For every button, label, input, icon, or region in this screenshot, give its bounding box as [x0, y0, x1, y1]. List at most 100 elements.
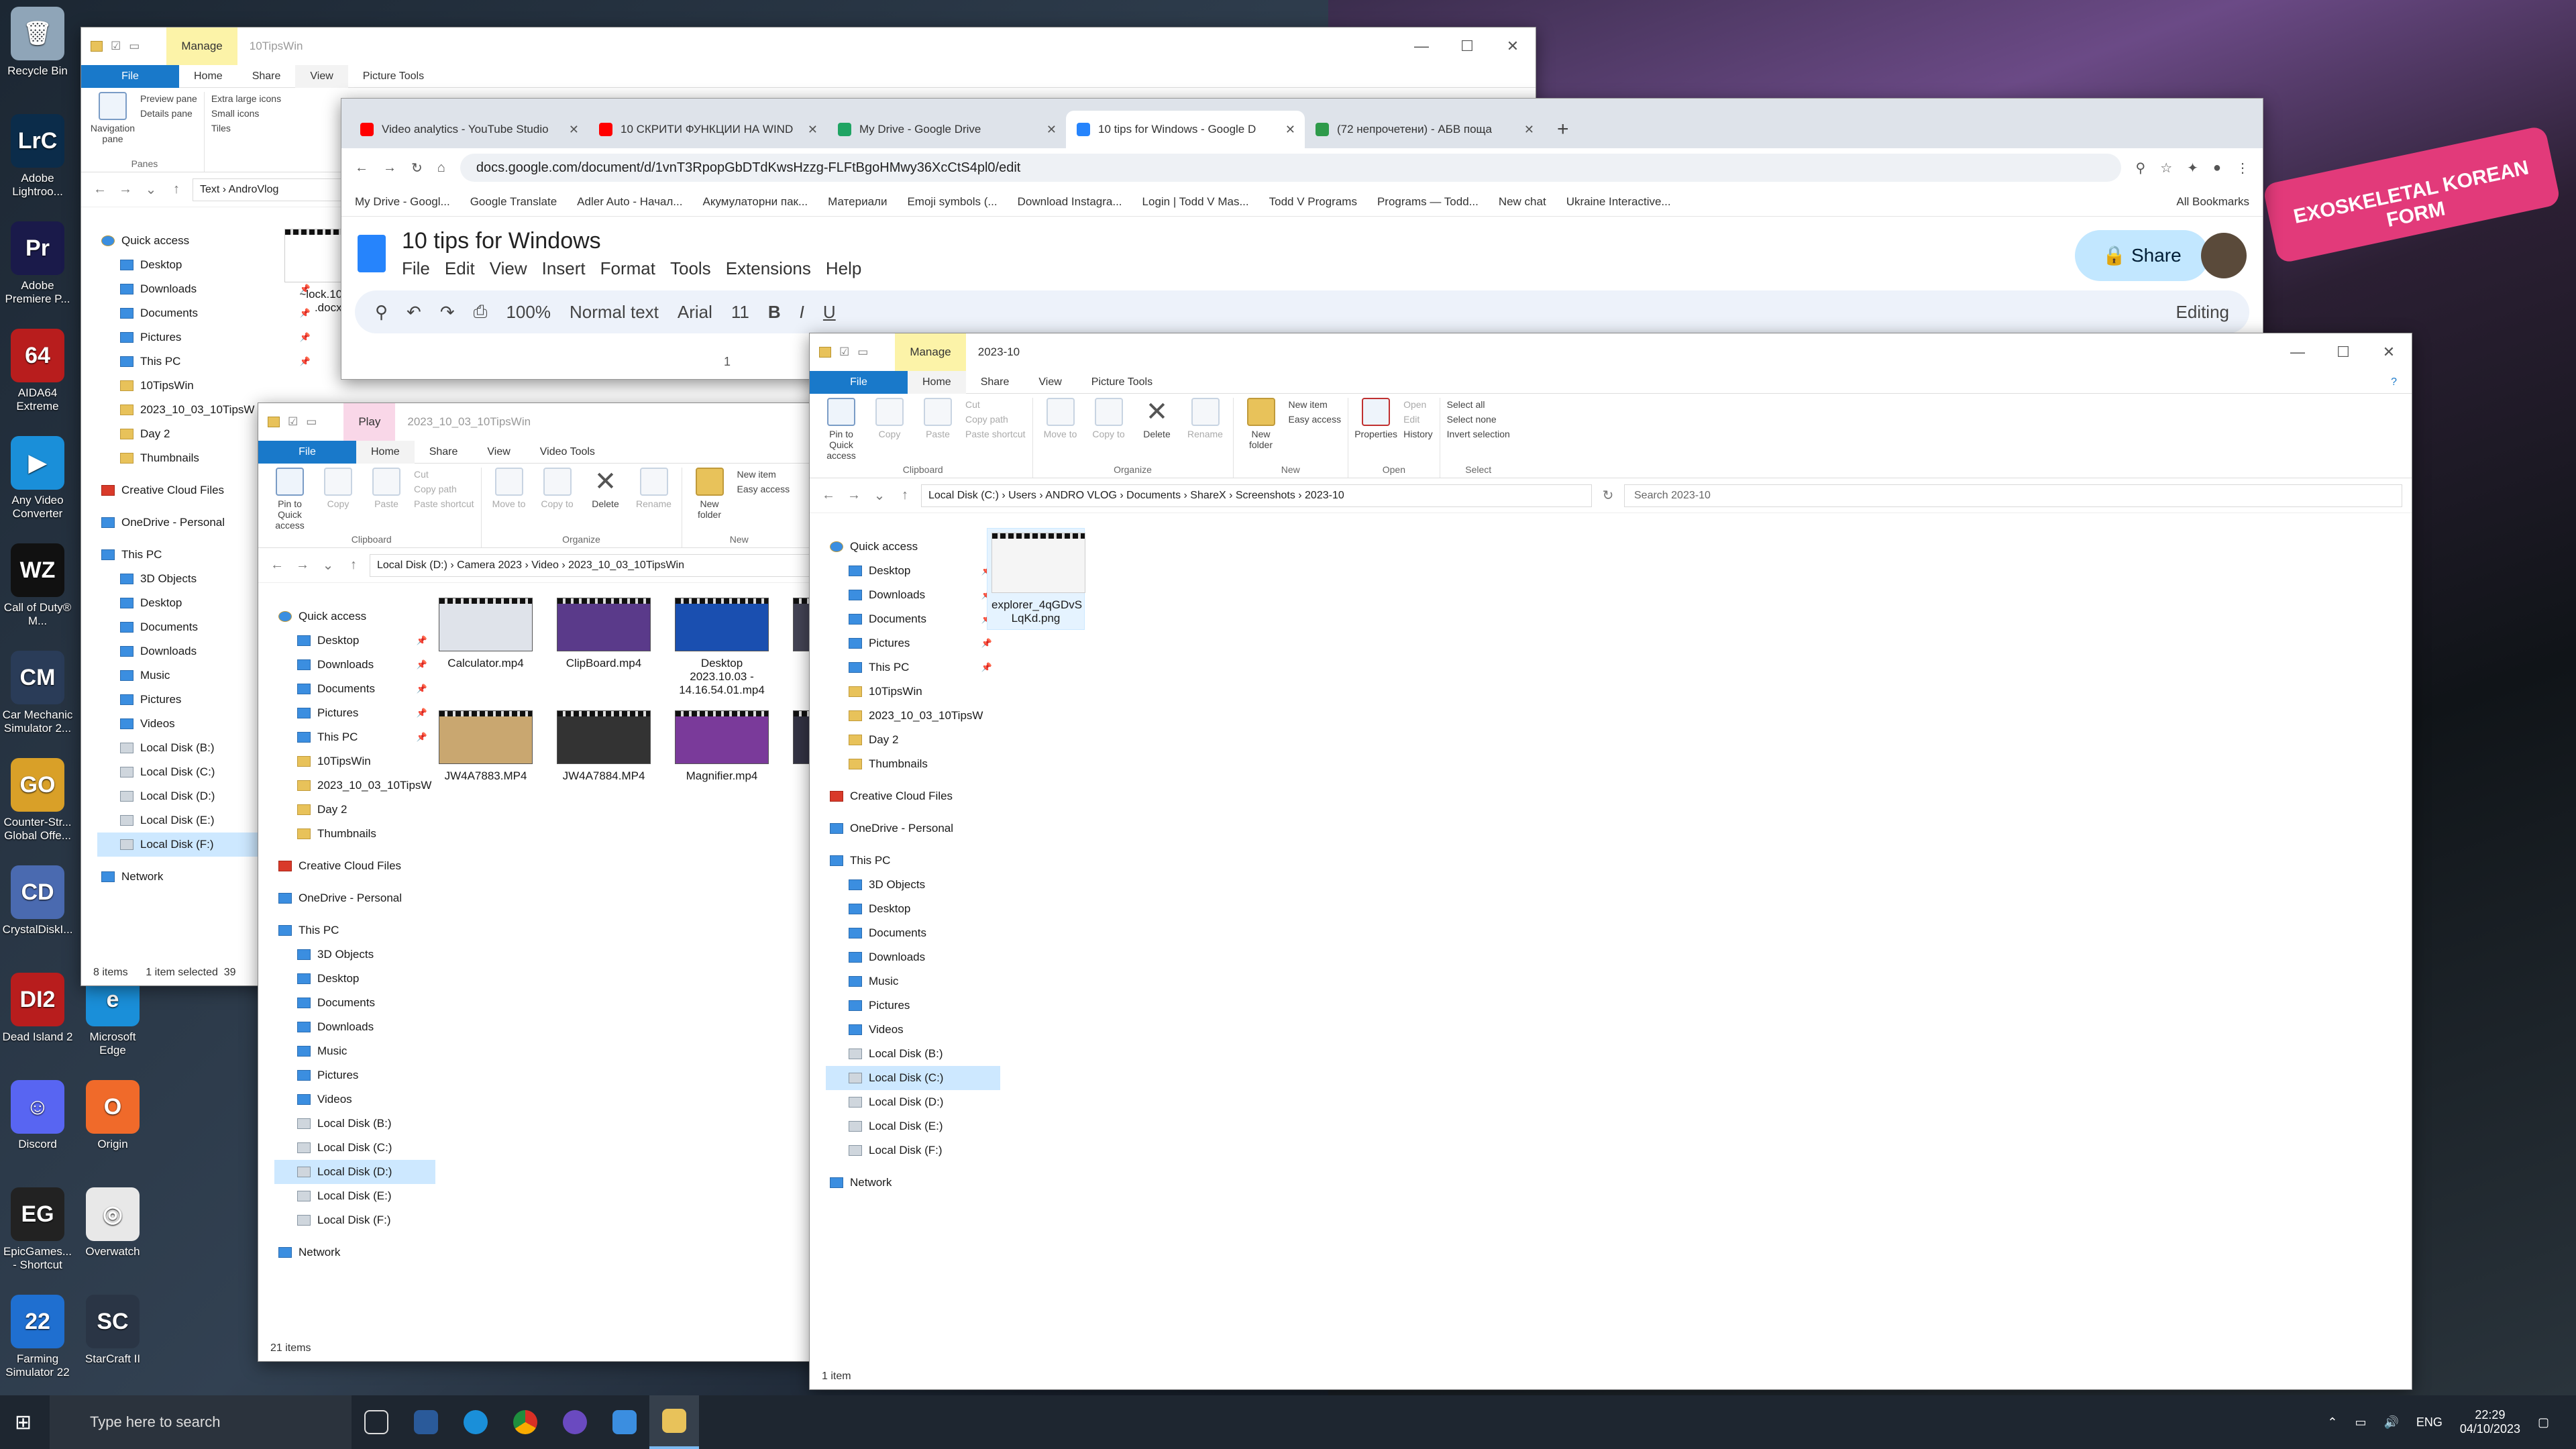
- nav-item[interactable]: Local Disk (D:): [274, 1160, 435, 1184]
- desktop-icon[interactable]: 22 Farming Simulator 22: [0, 1295, 75, 1379]
- browser-tab[interactable]: Video analytics - YouTube Studio ✕: [350, 111, 588, 148]
- history-button[interactable]: History: [1403, 429, 1433, 439]
- desktop-icon[interactable]: CD CrystalDiskI...: [0, 865, 75, 936]
- edge-icon[interactable]: [451, 1395, 500, 1449]
- desktop-icon[interactable]: 64 AIDA64 Extreme: [0, 329, 75, 413]
- pin-icon[interactable]: 📌: [417, 653, 435, 677]
- file-item[interactable]: JW4A7883.MP4: [437, 710, 535, 783]
- nav-item[interactable]: Pictures 📌: [826, 631, 1000, 655]
- bookmark-star-icon[interactable]: ☆: [2160, 160, 2172, 176]
- docs-menu-item[interactable]: Tools: [670, 258, 711, 279]
- close-tab-icon[interactable]: ✕: [569, 123, 579, 137]
- up-icon[interactable]: ↑: [167, 182, 186, 197]
- pin-quick-access-button[interactable]: Pin to Quick access: [820, 398, 862, 464]
- nav-item[interactable]: Documents 📌: [274, 677, 435, 701]
- docs-menu-item[interactable]: View: [490, 258, 527, 279]
- path-field[interactable]: Local Disk (C:) › Users › ANDRO VLOG › D…: [921, 484, 1592, 507]
- pin-icon[interactable]: 📌: [300, 350, 319, 374]
- copy-button[interactable]: Copy: [869, 398, 910, 464]
- bookmark-item[interactable]: Материали: [828, 195, 887, 209]
- browser-tab[interactable]: 10 tips for Windows - Google D ✕: [1066, 111, 1305, 148]
- nav-item[interactable]: Day 2: [274, 798, 435, 822]
- bookmark-item[interactable]: Emoji symbols (...: [907, 195, 997, 209]
- navigation-pane-button[interactable]: Navigation pane: [91, 92, 135, 158]
- recent-icon[interactable]: ⌄: [319, 557, 337, 574]
- file-item[interactable]: ClipBoard.mp4: [555, 598, 653, 697]
- tab-share[interactable]: Share: [237, 65, 296, 88]
- file-item[interactable]: JW4A7884.MP4: [555, 710, 653, 783]
- avatar[interactable]: [2201, 233, 2247, 278]
- tab-file[interactable]: File: [258, 440, 356, 464]
- bold-icon[interactable]: B: [768, 302, 781, 323]
- new-folder-icon[interactable]: ▭: [129, 40, 140, 53]
- profile-icon[interactable]: ●: [2213, 160, 2221, 176]
- context-tab-play[interactable]: Play: [343, 403, 396, 441]
- edit-button[interactable]: Edit: [1403, 414, 1433, 425]
- nav-item[interactable]: Desktop📌: [826, 559, 1000, 583]
- close-tab-icon[interactable]: ✕: [1285, 123, 1295, 137]
- app-icon[interactable]: [550, 1395, 600, 1449]
- desktop-icon[interactable]: LrC Adobe Lightroo...: [0, 114, 75, 199]
- new-folder-icon[interactable]: ▭: [857, 345, 868, 359]
- copy-to-button[interactable]: Copy to: [537, 468, 578, 534]
- docs-menu-item[interactable]: File: [402, 258, 430, 279]
- nav-item[interactable]: Local Disk (E:): [274, 1184, 435, 1208]
- tab-file[interactable]: File: [81, 64, 179, 88]
- pin-icon[interactable]: 📌: [417, 725, 435, 749]
- menu-icon[interactable]: ⋮: [2236, 160, 2249, 176]
- file-item[interactable]: Calculator.mp4: [437, 598, 535, 697]
- nav-item[interactable]: 2023_10_03_10TipsW: [274, 773, 435, 798]
- windows-start-icon[interactable]: ⊞: [15, 1411, 32, 1434]
- nav-item[interactable]: Videos: [274, 1087, 435, 1112]
- bookmark-item[interactable]: Adler Auto - Начал...: [577, 195, 682, 209]
- move-to-button[interactable]: Move to: [1040, 398, 1081, 464]
- reload-icon[interactable]: ↻: [411, 160, 423, 176]
- zoom-select[interactable]: 100%: [506, 302, 551, 323]
- network-icon[interactable]: ▭: [2355, 1415, 2366, 1430]
- nav-item[interactable]: This PC 📌: [826, 655, 1000, 680]
- nav-item[interactable]: Quick access: [274, 604, 435, 629]
- nav-item[interactable]: Network: [274, 1240, 435, 1265]
- nav-item[interactable]: Music: [826, 969, 1000, 994]
- desktop-icon[interactable]: GO Counter-Str... Global Offe...: [0, 758, 75, 843]
- nav-item[interactable]: 2023_10_03_10TipsW: [826, 704, 1000, 728]
- font-select[interactable]: Arial: [678, 302, 712, 323]
- chrome-icon[interactable]: [500, 1395, 550, 1449]
- bookmark-item[interactable]: New chat: [1499, 195, 1546, 209]
- nav-item[interactable]: Local Disk (D:): [826, 1090, 1000, 1114]
- url-bar[interactable]: docs.google.com/document/d/1vnT3RpopGbDT…: [460, 154, 2121, 182]
- tab-video-tools[interactable]: Video Tools: [525, 441, 610, 464]
- nav-item[interactable]: Day 2: [826, 728, 1000, 752]
- new-folder-icon[interactable]: ▭: [306, 415, 317, 429]
- bookmark-item[interactable]: Todd V Programs: [1269, 195, 1357, 209]
- editing-mode-select[interactable]: Editing: [2176, 302, 2230, 323]
- nav-item[interactable]: Local Disk (F:): [274, 1208, 435, 1232]
- file-explorer-icon[interactable]: [649, 1395, 699, 1449]
- context-tab-manage[interactable]: Manage: [895, 333, 966, 371]
- tab-file[interactable]: File: [810, 370, 908, 394]
- pin-quick-access-button[interactable]: Pin to Quick access: [269, 468, 311, 534]
- minimize-icon[interactable]: —: [1399, 38, 1444, 55]
- notifications-icon[interactable]: ▢: [2538, 1415, 2549, 1430]
- docs-menu-item[interactable]: Format: [600, 258, 655, 279]
- desktop-icon[interactable]: ▶ Any Video Converter: [0, 436, 75, 521]
- bookmark-item[interactable]: Google Translate: [470, 195, 557, 209]
- nav-item[interactable]: Local Disk (B:): [826, 1042, 1000, 1066]
- search-menus-icon[interactable]: ⚲: [375, 302, 388, 323]
- font-size-field[interactable]: 11: [731, 302, 749, 323]
- style-select[interactable]: Normal text: [570, 302, 659, 323]
- properties-icon[interactable]: ☑: [288, 415, 298, 429]
- forward-icon[interactable]: →: [383, 160, 396, 176]
- rename-button[interactable]: Rename: [633, 468, 675, 534]
- nav-item[interactable]: Music: [274, 1039, 435, 1063]
- desktop-icon[interactable]: WZ Call of Duty® M...: [0, 543, 75, 628]
- recent-icon[interactable]: ⌄: [870, 487, 889, 504]
- new-folder-button[interactable]: New folder: [1240, 398, 1282, 464]
- nav-item[interactable]: Videos: [826, 1018, 1000, 1042]
- forward-icon[interactable]: →: [845, 488, 863, 503]
- zoom-icon[interactable]: ⚲: [2136, 160, 2146, 176]
- up-icon[interactable]: ↑: [344, 557, 363, 573]
- file-item[interactable]: Magnifier.mp4: [673, 710, 771, 783]
- nav-item[interactable]: 10TipsWin: [826, 680, 1000, 704]
- desktop-icon[interactable]: SC StarCraft II: [75, 1295, 150, 1366]
